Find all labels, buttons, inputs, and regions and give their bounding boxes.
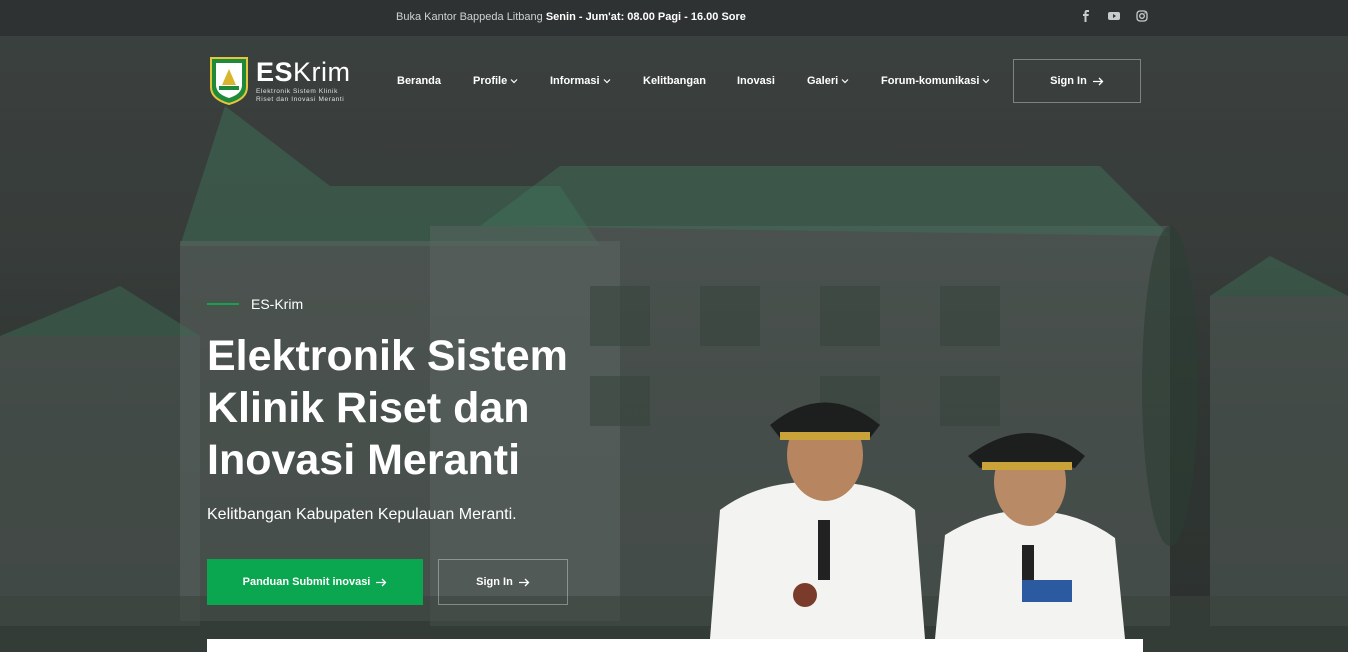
hero-section — [0, 36, 1348, 652]
chevron-down-icon — [510, 79, 518, 84]
building-background — [0, 106, 1348, 652]
panduan-submit-button[interactable]: Panduan Submit inovasi — [207, 559, 423, 605]
nav-item-informasi[interactable]: Informasi — [550, 75, 611, 87]
eyebrow-text: ES-Krim — [251, 296, 304, 312]
arrow-right-icon — [376, 578, 387, 586]
arrow-right-icon — [1092, 77, 1104, 85]
nav-item-label: Galeri — [807, 75, 839, 87]
nav-item-forum-komunikasi[interactable]: Forum-komunikasi — [881, 75, 990, 87]
sign-in-label: Sign In — [1050, 75, 1087, 87]
hero-subtitle: Kelitbangan Kabupaten Kepulauan Meranti. — [207, 506, 517, 523]
top-bar: Buka Kantor Bappeda Litbang Senin - Jum'… — [0, 0, 1348, 36]
brand-name-rest: Krim — [293, 57, 351, 87]
chevron-down-icon — [603, 79, 610, 84]
leaders-photo — [710, 402, 1125, 639]
facebook-icon[interactable] — [1080, 10, 1092, 22]
nav-item-label: Beranda — [397, 75, 442, 87]
panduan-submit-label: Panduan Submit inovasi — [242, 576, 371, 588]
office-hours: Buka Kantor Bappeda Litbang Senin - Jum'… — [396, 11, 746, 23]
nav-item-beranda[interactable]: Beranda — [397, 75, 441, 87]
hero-title: Elektronik Sistem Klinik Riset dan Inova… — [207, 330, 667, 486]
brand-logo[interactable]: ESKrim Elektronik Sistem Klinik Riset da… — [208, 55, 368, 109]
eyebrow-line — [207, 303, 239, 305]
brand-tagline-line1: Elektronik Sistem Klinik — [256, 88, 338, 95]
nav-item-label: Forum-komunikasi — [881, 75, 980, 87]
sign-in-button[interactable]: Sign In — [1013, 59, 1141, 103]
nav-item-label: Kelitbangan — [643, 75, 706, 87]
hero-title-line3: Inovasi Meranti — [207, 436, 521, 484]
brand-name: ESKrim — [256, 57, 351, 88]
hero-eyebrow: ES-Krim — [207, 296, 303, 312]
arrow-right-icon — [518, 578, 530, 586]
nav-item-kelitbangan[interactable]: Kelitbangan — [643, 75, 706, 87]
hero-title-line1: Elektronik Sistem — [207, 332, 568, 380]
nav-item-galeri[interactable]: Galeri — [807, 75, 849, 87]
hero-sign-in-label: Sign In — [476, 576, 513, 588]
chevron-down-icon — [982, 79, 990, 84]
nav-item-label: Inovasi — [737, 75, 775, 87]
nav-item-profile[interactable]: Profile — [473, 75, 518, 87]
hero-title-line2: Klinik Riset dan — [207, 384, 530, 432]
brand-tagline: Elektronik Sistem Klinik Riset dan Inova… — [256, 88, 376, 104]
social-links — [1080, 10, 1148, 22]
nav-item-label: Informasi — [550, 75, 600, 87]
regency-emblem-icon — [210, 57, 248, 105]
office-hours-time: Senin - Jum'at: 08.00 Pagi - 16.00 Sore — [545, 11, 746, 23]
hero-sign-in-button[interactable]: Sign In — [438, 559, 568, 605]
brand-name-bold: ES — [256, 57, 294, 87]
office-hours-prefix: Buka Kantor Bappeda Litbang — [396, 11, 546, 23]
instagram-icon[interactable] — [1136, 10, 1148, 22]
youtube-icon[interactable] — [1108, 10, 1120, 22]
brand-tagline-line2: Riset dan Inovasi Meranti — [256, 96, 345, 103]
nav-item-inovasi[interactable]: Inovasi — [737, 75, 775, 87]
nav-item-label: Profile — [473, 75, 508, 87]
chevron-down-icon — [841, 79, 849, 84]
content-card-top — [207, 639, 1143, 652]
